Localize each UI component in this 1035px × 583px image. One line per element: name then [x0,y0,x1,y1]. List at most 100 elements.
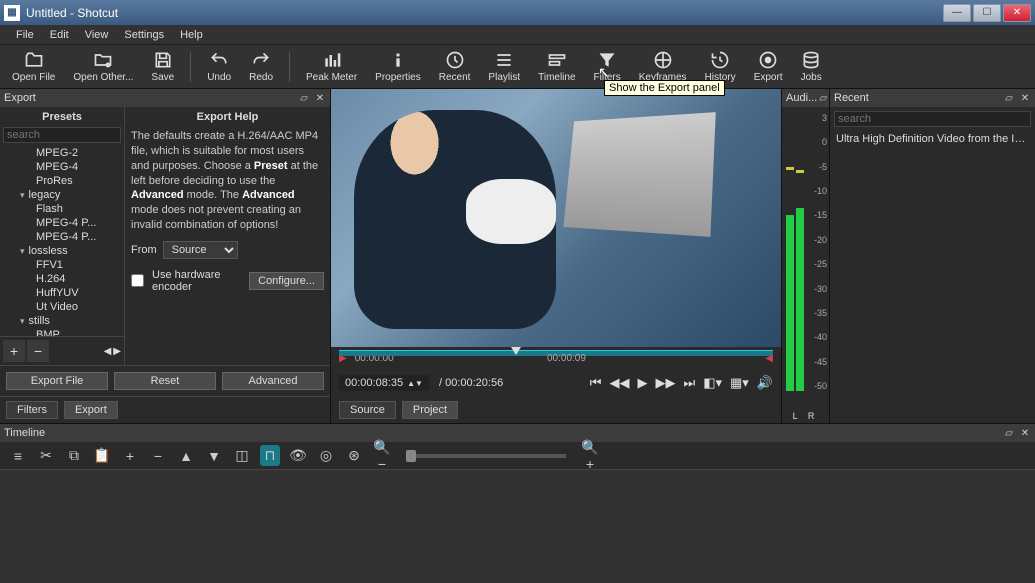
minimize-button[interactable]: — [943,4,971,22]
menu-view[interactable]: View [77,27,117,43]
preset-item[interactable]: H.264 [0,272,124,286]
menu-icon[interactable]: ≡ [8,448,28,464]
playhead[interactable] [511,347,521,355]
remove-icon[interactable]: − [148,448,168,464]
peak-meter-button[interactable]: Peak Meter [300,48,363,85]
timeline-panel: Timeline▱✕ ≡ ✂ ⧉ 📋 + − ▲ ▼ ◫ ⊓ 👁 ◎ ⊛ 🔍− … [0,423,1035,583]
playlist-button[interactable]: Playlist [482,48,526,85]
preset-category[interactable]: lossless [0,244,124,258]
ripple-icon[interactable]: ◎ [316,447,336,464]
overwrite-icon[interactable]: ▼ [204,448,224,464]
recent-item[interactable]: Ultra High Definition Video from the Int… [830,131,1035,147]
menu-help[interactable]: Help [172,27,211,43]
skip-end-icon[interactable]: ⏭ [683,375,695,391]
preset-item[interactable]: MPEG-4 P... [0,230,124,244]
zoom-slider[interactable] [406,454,566,458]
timeline-tracks[interactable] [0,470,1035,583]
preset-item[interactable]: MPEG-2 [0,146,124,160]
close-panel-icon[interactable]: ✕ [314,92,326,104]
volume-icon[interactable]: 🔊 [757,375,773,391]
menu-edit[interactable]: Edit [42,27,77,43]
preset-item[interactable]: MPEG-4 P... [0,216,124,230]
lift-icon[interactable]: ▲ [176,448,196,464]
maximize-button[interactable]: ☐ [973,4,1001,22]
export-help-column: Export Help The defaults create a H.264/… [125,107,330,365]
undock-icon[interactable]: ▱ [298,92,310,104]
forward-icon[interactable]: ▶▶ [655,375,675,391]
timeline-icon [547,50,567,70]
tab-source[interactable]: Source [339,401,396,419]
preset-item[interactable]: ProRes [0,174,124,188]
menu-settings[interactable]: Settings [116,27,172,43]
close-panel-icon[interactable]: ✕ [1019,427,1031,439]
preview-ruler[interactable]: ▶ 00:00:00 00:00:09 ◀ [331,347,781,369]
copy-icon[interactable]: ⧉ [64,447,84,464]
menu-file[interactable]: File [8,27,42,43]
presets-tree[interactable]: MPEG-2 MPEG-4 ProRes legacy Flash MPEG-4… [0,146,124,336]
open-file-button[interactable]: Open File [6,48,61,85]
scroll-right-icon[interactable]: ▶ [113,346,121,357]
timecode-input[interactable]: 00:00:08:35▲▼ [339,375,429,391]
preset-category[interactable]: stills [0,314,124,328]
paste-icon[interactable]: 📋 [92,447,112,464]
preset-category[interactable]: legacy [0,188,124,202]
split-icon[interactable]: ◫ [232,447,252,464]
timeline-toolbar: ≡ ✂ ⧉ 📋 + − ▲ ▼ ◫ ⊓ 👁 ◎ ⊛ 🔍− 🔍+ [0,442,1035,470]
snap-icon[interactable]: ⊓ [260,445,280,466]
add-preset-button[interactable]: + [3,340,25,362]
preset-item[interactable]: HuffYUV [0,286,124,300]
preset-item[interactable]: BMP [0,328,124,336]
timeline-button[interactable]: Timeline [532,48,581,85]
hw-encoder-label: Use hardware encoder [152,269,243,293]
from-select[interactable]: Source [163,241,238,259]
stack-icon [801,50,821,70]
undock-icon[interactable]: ▱ [1003,427,1015,439]
remove-preset-button[interactable]: − [27,340,49,362]
scrub-icon[interactable]: 👁 [288,447,308,464]
redo-button[interactable]: Redo [243,48,279,85]
undock-icon[interactable]: ▱ [817,92,829,104]
append-icon[interactable]: + [120,448,140,464]
history-icon [710,50,730,70]
reset-button[interactable]: Reset [114,372,216,390]
close-button[interactable]: ✕ [1003,4,1031,22]
play-icon[interactable]: ▶ [637,375,647,391]
export-button[interactable]: Export [748,48,789,85]
export-file-button[interactable]: Export File [6,372,108,390]
close-panel-icon[interactable]: ✕ [1019,92,1031,104]
configure-button[interactable]: Configure... [249,272,324,290]
undo-button[interactable]: Undo [201,48,237,85]
skip-start-icon[interactable]: ⏮ [590,375,602,391]
tab-filters[interactable]: Filters [6,401,58,419]
recent-button[interactable]: Recent [433,48,477,85]
advanced-button[interactable]: Advanced [222,372,324,390]
out-point-icon[interactable]: ◀ [765,353,773,364]
jobs-button[interactable]: Jobs [795,48,828,85]
preset-search-input[interactable] [3,127,121,143]
rewind-icon[interactable]: ◀◀ [609,375,629,391]
tab-export[interactable]: Export [64,401,118,419]
tab-project[interactable]: Project [402,401,458,419]
preset-item[interactable]: Ut Video [0,300,124,314]
video-preview[interactable] [331,89,781,347]
preset-item[interactable]: MPEG-4 [0,160,124,174]
funnel-icon [597,50,617,70]
peak-meter-icon [322,50,342,70]
properties-button[interactable]: Properties [369,48,427,85]
cut-icon[interactable]: ✂ [36,447,56,464]
scroll-left-icon[interactable]: ◀ [104,346,112,357]
recent-search-input[interactable] [834,111,1031,127]
ripple-all-icon[interactable]: ⊛ [344,447,364,464]
zoom-out-icon[interactable]: 🔍− [372,439,392,472]
presets-label: Presets [0,107,124,127]
preset-item[interactable]: Flash [0,202,124,216]
open-other-button[interactable]: Open Other... [67,48,139,85]
save-button[interactable]: Save [145,48,180,85]
duration-label: / 00:00:20:56 [439,377,503,389]
undock-icon[interactable]: ▱ [1003,92,1015,104]
zoom-toggle-icon[interactable]: ◧▾ [703,375,722,391]
grid-icon[interactable]: ▦▾ [730,375,749,391]
preset-item[interactable]: FFV1 [0,258,124,272]
hw-encoder-checkbox[interactable] [131,274,144,287]
zoom-in-icon[interactable]: 🔍+ [580,439,600,472]
